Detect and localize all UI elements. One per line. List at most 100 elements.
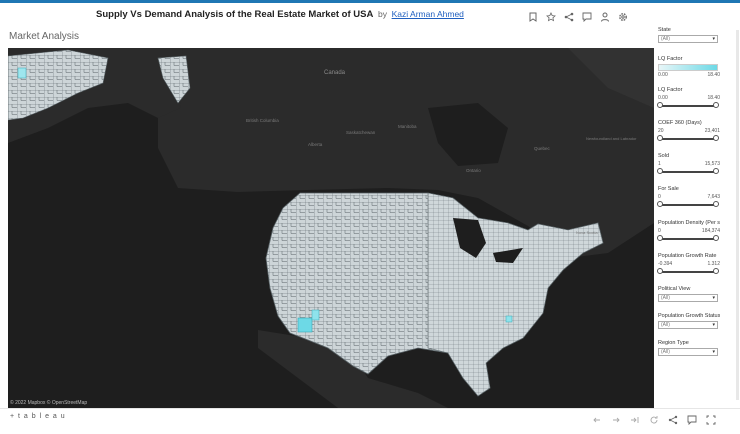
chevron-down-icon: ▾: [712, 349, 715, 355]
lq-legend-min: 0.00: [658, 72, 668, 78]
lq-color-legend: LQ Factor 0.00 18.40: [658, 56, 720, 78]
political-view-value: (All): [661, 295, 670, 301]
chevron-down-icon: ▾: [712, 36, 715, 42]
map-label-manitoba: Manitoba: [398, 124, 417, 129]
author-link[interactable]: Kazi Arman Ahmed: [392, 9, 464, 19]
pop-growth-rate-min: -0.394: [658, 261, 673, 267]
viz-title: Supply Vs Demand Analysis of the Real Es…: [96, 9, 464, 20]
state-dropdown[interactable]: (All) ▾: [658, 35, 718, 43]
viz-title-text: Supply Vs Demand Analysis of the Real Es…: [96, 9, 374, 20]
slider-max-handle[interactable]: [713, 135, 719, 141]
sold-filter: Sold 1 15,573: [657, 153, 720, 176]
slider-min-handle[interactable]: [657, 168, 663, 174]
map-label-canada: Canada: [324, 70, 346, 76]
pop-growth-rate-label: Population Growth Rate: [658, 253, 717, 259]
map-label-newfoundland: Newfoundland and Labrador: [586, 136, 637, 141]
chevron-down-icon: ▾: [712, 295, 715, 301]
viz-header: Supply Vs Demand Analysis of the Real Es…: [0, 3, 740, 25]
pop-growth-status-value: (All): [661, 322, 670, 328]
pop-growth-rate-slider[interactable]: [657, 268, 719, 276]
lq-factor-min: 0.00: [658, 95, 668, 101]
sold-slider[interactable]: [657, 168, 719, 176]
map-canvas[interactable]: Canada British Columbia Alberta Saskatch…: [8, 48, 654, 408]
comment-icon[interactable]: [582, 9, 592, 23]
byline-by: by: [377, 9, 387, 19]
pop-density-max: 184,374: [701, 228, 720, 234]
lq-factor-label: LQ Factor: [658, 87, 683, 93]
coef-360-min: 20: [658, 128, 664, 134]
filter-panel: State (All) ▾ LQ Factor 0.00 18.40 LQ Fact…: [656, 26, 736, 406]
slider-max-handle[interactable]: [713, 268, 719, 274]
map-label-nova-scotia: Nova Scotia: [576, 230, 598, 235]
share-icon[interactable]: [564, 9, 574, 22]
pop-density-slider[interactable]: [657, 235, 719, 243]
settings-gear-icon[interactable]: [618, 9, 627, 21]
coef-360-slider[interactable]: [657, 135, 719, 143]
for-sale-max: 7,643: [707, 194, 720, 200]
highlight-county-arizona: [297, 317, 313, 333]
pop-density-label: Population Density (Per s...: [658, 220, 720, 226]
political-view-dropdown[interactable]: (All) ▾: [658, 294, 718, 302]
region-type-filter: Region Type (All) ▾: [658, 340, 720, 356]
lq-factor-filter: LQ Factor 0.00 18.40: [657, 87, 720, 110]
map-label-quebec: Quebec: [534, 146, 551, 151]
header-toolbar: [528, 9, 627, 23]
map-attribution[interactable]: © 2022 Mapbox © OpenStreetMap: [10, 400, 87, 406]
undo-icon[interactable]: [592, 412, 602, 423]
state-filter: State (All) ▾: [658, 27, 720, 43]
refresh-icon[interactable]: [649, 412, 659, 424]
lq-factor-slider[interactable]: [657, 102, 719, 110]
pop-growth-status-filter: Population Growth Status (All) ▾: [658, 313, 720, 329]
panel-scrollbar[interactable]: [736, 30, 739, 400]
chevron-down-icon: ▾: [712, 322, 715, 328]
for-sale-label: For Sale: [658, 186, 679, 192]
region-type-value: (All): [661, 349, 670, 355]
region-type-dropdown[interactable]: (All) ▾: [658, 348, 718, 356]
sold-max: 15,573: [704, 161, 720, 167]
pop-density-min: 0: [658, 228, 661, 234]
pop-growth-rate-max: 1.312: [707, 261, 720, 267]
slider-max-handle[interactable]: [713, 235, 719, 241]
highlight-county-alaska: [17, 67, 27, 79]
slider-min-handle[interactable]: [657, 235, 663, 241]
political-view-filter: Political View (All) ▾: [658, 286, 720, 302]
tableau-logo[interactable]: + t a b l e a u: [10, 413, 66, 420]
sheet-title: Market Analysis: [9, 31, 80, 42]
pop-growth-status-label: Population Growth Status: [658, 313, 720, 319]
map-label-ontario: Ontario: [466, 168, 481, 173]
bookmark-icon[interactable]: [528, 9, 537, 22]
tableau-footer: + t a b l e a u: [0, 408, 740, 434]
redo-icon[interactable]: [611, 412, 621, 423]
coef-360-label: COEF 360 (Days): [658, 120, 702, 126]
fullscreen-icon[interactable]: [706, 412, 716, 425]
slider-min-handle[interactable]: [657, 135, 663, 141]
for-sale-slider[interactable]: [657, 201, 719, 209]
comment-icon[interactable]: [687, 412, 697, 426]
slider-max-handle[interactable]: [713, 168, 719, 174]
highlight-county-arizona-2: [311, 309, 320, 321]
share-icon[interactable]: [668, 412, 678, 425]
pop-density-filter: Population Density (Per s... 0 184,374: [657, 220, 720, 243]
for-sale-filter: For Sale 0 7,643: [657, 186, 720, 209]
state-filter-label: State: [658, 27, 671, 33]
lq-factor-max: 18.40: [707, 95, 720, 101]
slider-min-handle[interactable]: [657, 102, 663, 108]
market-map[interactable]: Canada British Columbia Alberta Saskatch…: [8, 48, 654, 408]
sold-label: Sold: [658, 153, 670, 159]
slider-min-handle[interactable]: [657, 268, 663, 274]
pop-growth-status-dropdown[interactable]: (All) ▾: [658, 321, 718, 329]
revert-icon[interactable]: [630, 412, 640, 423]
slider-max-handle[interactable]: [713, 102, 719, 108]
favorite-star-icon[interactable]: [546, 9, 556, 22]
map-label-saskatchewan: Saskatchewan: [346, 130, 376, 135]
person-icon[interactable]: [600, 9, 609, 22]
map-label-british-columbia: British Columbia: [246, 118, 279, 123]
political-view-label: Political View: [658, 286, 691, 292]
lq-legend-gradient: [658, 64, 718, 71]
footer-toolbar: [592, 412, 716, 426]
slider-min-handle[interactable]: [657, 201, 663, 207]
lq-legend-max: 18.40: [707, 72, 720, 78]
highlight-county-east: [505, 315, 513, 323]
region-type-label: Region Type: [658, 340, 689, 346]
slider-max-handle[interactable]: [713, 201, 719, 207]
